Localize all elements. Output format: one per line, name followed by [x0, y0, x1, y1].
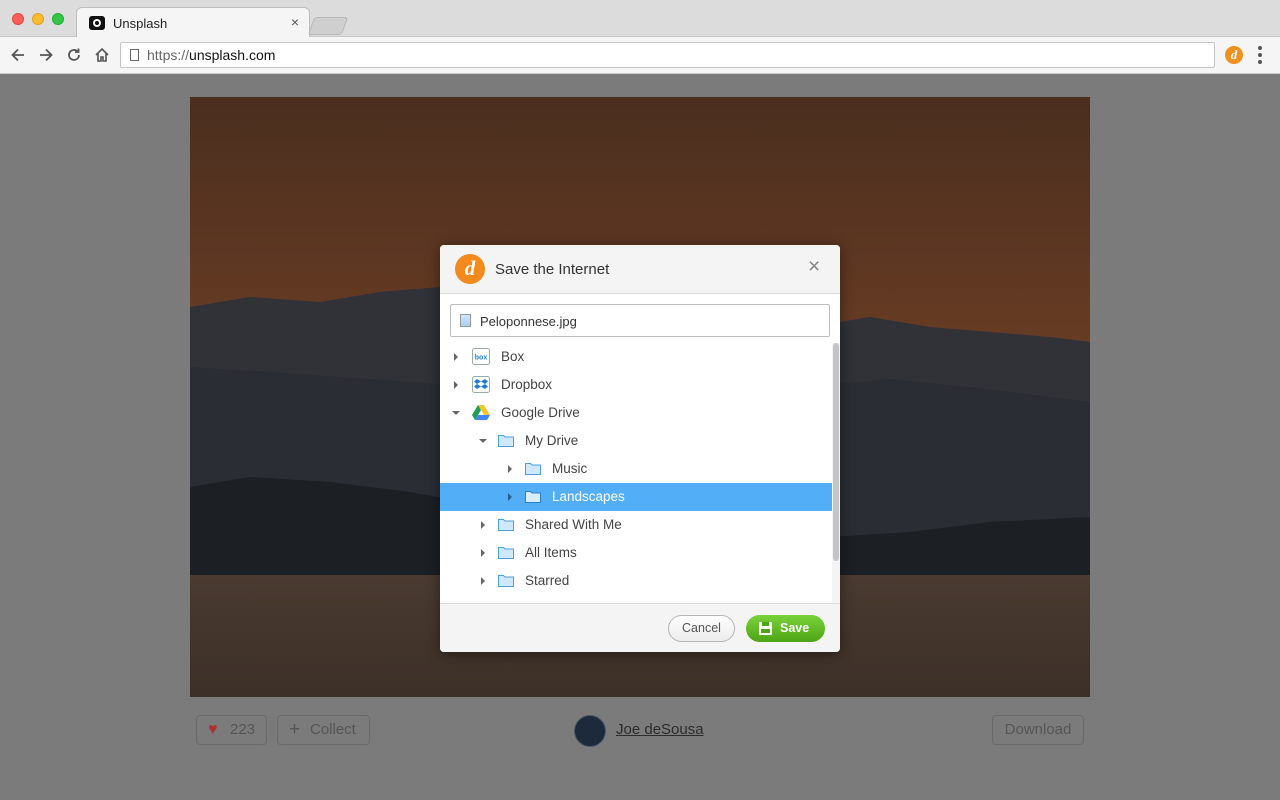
tree-item-all-items[interactable]: All Items [440, 539, 832, 567]
tree-item-google-drive[interactable]: Google Drive [440, 399, 832, 427]
likes-count: 223 [230, 721, 256, 738]
tree-item-shared-with-me[interactable]: Shared With Me [440, 511, 832, 539]
expand-caret-icon[interactable] [454, 353, 458, 361]
filename-value: Peloponnese.jpg [480, 314, 577, 329]
scrollbar-thumb[interactable] [833, 343, 839, 561]
forward-arrow-icon[interactable] [37, 46, 55, 64]
save-dialog: d Save the Internet × Peloponnese.jpg bo… [440, 245, 840, 652]
collapse-caret-icon[interactable] [452, 411, 460, 415]
tree-item-starred[interactable]: Starred [440, 567, 832, 595]
expand-caret-icon[interactable] [508, 493, 512, 501]
svg-text:box: box [475, 355, 488, 362]
expand-caret-icon[interactable] [481, 549, 485, 557]
new-tab-button[interactable] [307, 17, 349, 35]
expand-caret-icon[interactable] [481, 577, 485, 585]
tree-item-label: Box [501, 349, 525, 364]
tree-item-label: Landscapes [552, 489, 625, 504]
minimize-window-button[interactable] [32, 13, 44, 25]
home-icon[interactable] [93, 46, 111, 64]
save-label: Save [780, 621, 810, 635]
close-window-button[interactable] [12, 13, 24, 25]
url-scheme: https:// [147, 47, 190, 63]
tree-item-music[interactable]: Music [440, 455, 832, 483]
kebab-menu-icon[interactable] [1258, 46, 1262, 64]
tree-item-my-drive[interactable]: My Drive [440, 427, 832, 455]
tree-scrollbar[interactable] [832, 343, 840, 603]
browser-toolbar: https://unsplash.com d [0, 37, 1280, 74]
image-file-icon [460, 314, 471, 327]
tree-item-box[interactable]: box Box [440, 343, 832, 371]
google-drive-icon [472, 405, 490, 420]
tree-item-label: My Drive [525, 433, 579, 448]
close-icon[interactable]: × [808, 256, 820, 277]
maximize-window-button[interactable] [52, 13, 64, 25]
tree-item-dropbox[interactable]: Dropbox [440, 371, 832, 399]
tab-title: Unsplash [113, 16, 168, 31]
like-button[interactable]: ♥ 223 [196, 715, 267, 745]
author-link[interactable]: Joe deSousa [616, 721, 704, 738]
tree-item-label: Starred [525, 573, 570, 588]
cancel-button[interactable]: Cancel [668, 615, 735, 642]
expand-caret-icon[interactable] [454, 381, 458, 389]
plus-icon: + [289, 719, 301, 740]
collect-button[interactable]: + Collect [277, 715, 370, 745]
tree-item-landscapes[interactable]: Landscapes [440, 483, 832, 511]
dialog-title: Save the Internet [495, 261, 610, 278]
dialog-header: d Save the Internet × [440, 245, 840, 294]
extension-d-icon[interactable]: d [1225, 46, 1243, 64]
folder-icon [498, 519, 514, 531]
camera-icon [89, 16, 105, 30]
expand-caret-icon[interactable] [508, 465, 512, 473]
address-bar[interactable]: https://unsplash.com [120, 42, 1215, 68]
folder-tree: box Box Dropbox Google Drive My Drive Mu… [440, 343, 832, 603]
url-host: unsplash.com [189, 47, 276, 63]
avatar[interactable] [574, 715, 606, 747]
tree-item-label: Google Drive [501, 405, 580, 420]
folder-icon [498, 435, 514, 447]
heart-icon: ♥ [208, 721, 218, 738]
box-icon: box [472, 348, 490, 365]
dropbox-icon [472, 376, 490, 393]
collect-label: Collect [310, 721, 356, 738]
download-button[interactable]: Download [992, 715, 1084, 745]
save-button[interactable]: Save [746, 615, 825, 642]
folder-icon [498, 547, 514, 559]
tree-item-label: All Items [525, 545, 577, 560]
tab-close-icon[interactable]: × [291, 14, 299, 30]
folder-icon [525, 463, 541, 475]
tree-item-label: Shared With Me [525, 517, 622, 532]
back-arrow-icon[interactable] [9, 46, 27, 64]
d-logo-icon: d [455, 254, 485, 284]
tree-item-label: Dropbox [501, 377, 553, 392]
tree-item-label: Music [552, 461, 588, 476]
collapse-caret-icon[interactable] [479, 439, 487, 443]
expand-caret-icon[interactable] [481, 521, 485, 529]
dialog-footer: Cancel Save [440, 603, 840, 652]
floppy-disk-icon [759, 622, 772, 635]
filename-field[interactable]: Peloponnese.jpg [450, 304, 830, 337]
folder-icon [525, 491, 541, 503]
reload-icon[interactable] [65, 46, 83, 64]
url-text: https://unsplash.com [147, 47, 275, 63]
page-icon [130, 49, 139, 61]
browser-titlebar: Unsplash × [0, 0, 1280, 38]
tab-unsplash[interactable]: Unsplash × [76, 7, 310, 38]
folder-icon [498, 575, 514, 587]
